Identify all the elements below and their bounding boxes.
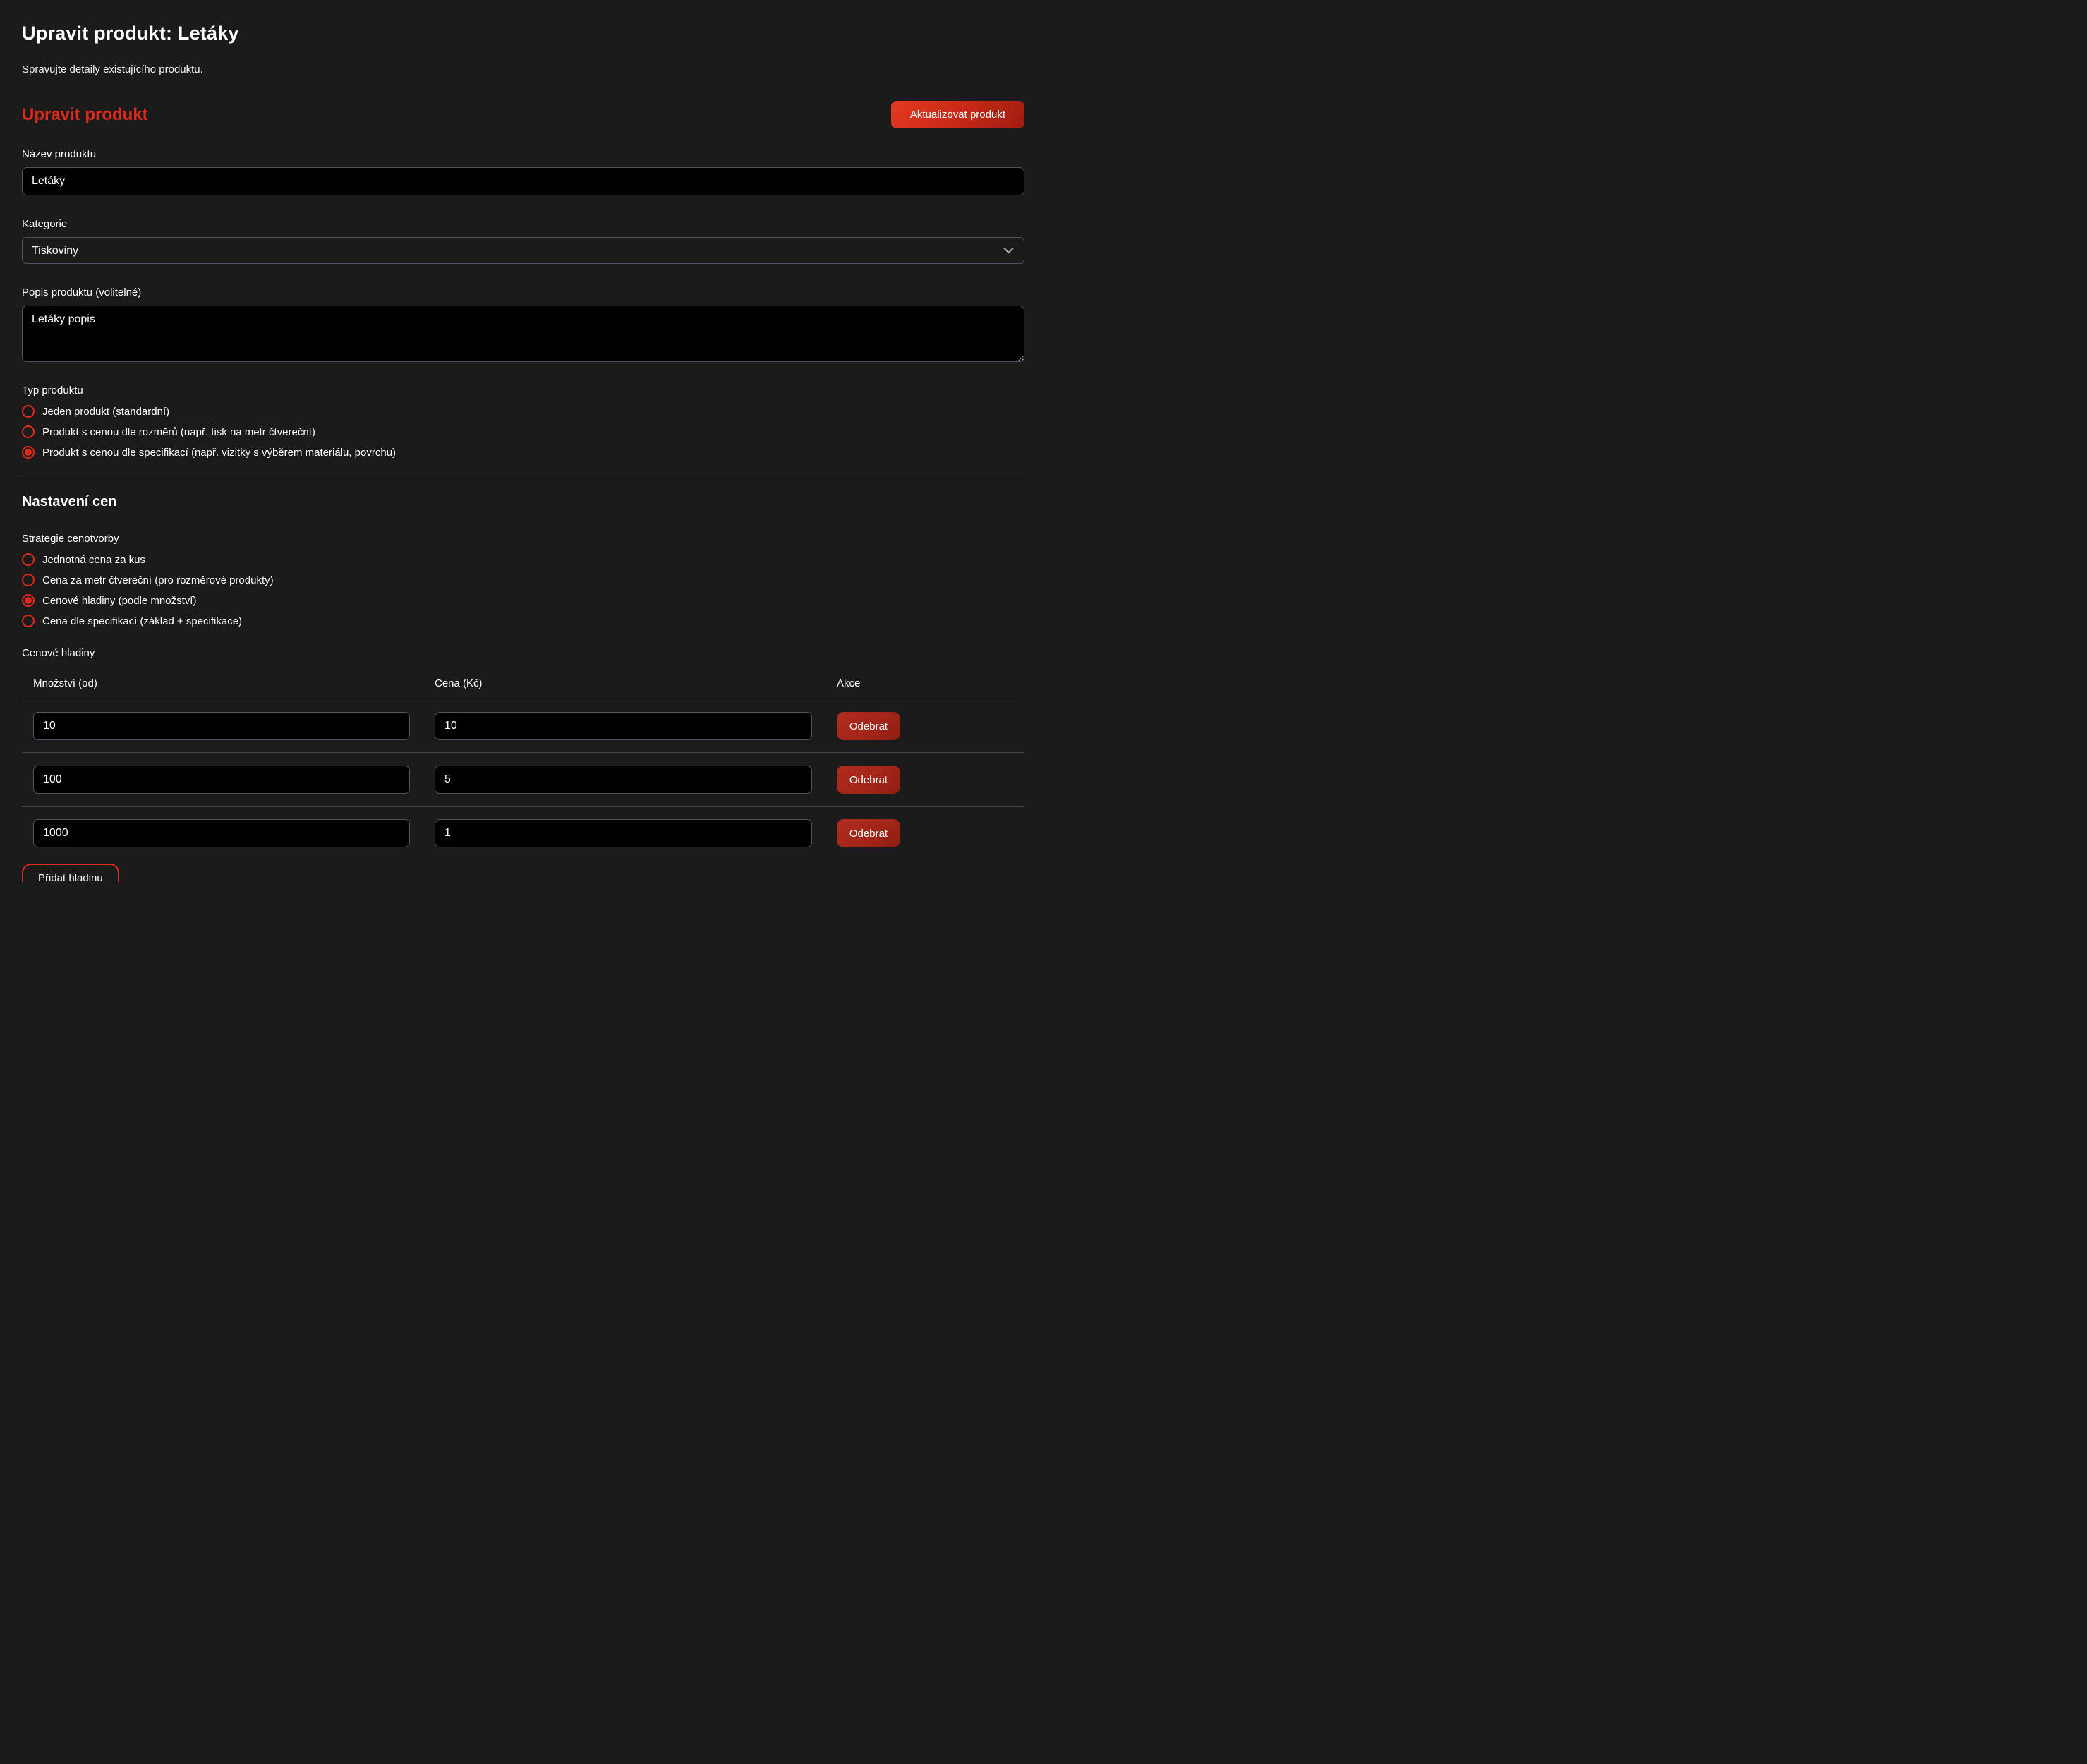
table-row: Odebrat [22, 807, 1024, 859]
remove-tier-button[interactable]: Odebrat [837, 712, 900, 740]
radio-option-label: Jeden produkt (standardní) [42, 406, 169, 418]
form-section-heading: Upravit produkt [22, 105, 148, 125]
product-name-label: Název produktu [22, 148, 1024, 160]
price-tiers-label: Cenové hladiny [22, 647, 1024, 659]
page-title: Upravit produkt: Letáky [22, 23, 1024, 44]
description-label: Popis produktu (volitelné) [22, 286, 1024, 298]
strategy-option-unit-price[interactable]: Jednotná cena za kus [22, 553, 1024, 566]
column-header-price: Cena (Kč) [435, 677, 812, 689]
pricing-strategy-radio-group: Jednotná cena za kus Cena za metr čtvere… [22, 553, 1024, 627]
page-subtitle: Spravujte detaily existujícího produktu. [22, 64, 1024, 75]
table-row: Odebrat [22, 753, 1024, 807]
add-tier-button[interactable]: Přidat hladinu [22, 864, 119, 882]
radio-option-label: Cena dle specifikací (základ + specifika… [42, 615, 242, 627]
strategy-option-specifications[interactable]: Cena dle specifikací (základ + specifika… [22, 615, 1024, 627]
radio-icon[interactable] [22, 405, 35, 418]
radio-icon[interactable] [22, 553, 35, 566]
pricing-section-heading: Nastavení cen [22, 494, 1024, 510]
price-tiers-table: Množství (od) Cena (Kč) Akce Odebrat Ode… [22, 666, 1024, 859]
tier-quantity-input[interactable] [33, 712, 410, 740]
product-type-option-dimensions[interactable]: Produkt s cenou dle rozměrů (např. tisk … [22, 425, 1024, 438]
table-row: Odebrat [22, 699, 1024, 753]
category-label: Kategorie [22, 218, 1024, 230]
form-header-row: Upravit produkt Aktualizovat produkt [22, 101, 1024, 128]
tier-quantity-input[interactable] [33, 819, 410, 847]
product-type-option-single[interactable]: Jeden produkt (standardní) [22, 405, 1024, 418]
radio-option-label: Produkt s cenou dle specifikací (např. v… [42, 447, 396, 459]
category-select-wrap: Tiskoviny [22, 237, 1024, 264]
radio-option-label: Jednotná cena za kus [42, 554, 145, 566]
column-header-quantity: Množství (od) [33, 677, 410, 689]
product-type-option-specifications[interactable]: Produkt s cenou dle specifikací (např. v… [22, 446, 1024, 459]
column-header-action: Akce [837, 677, 1024, 689]
tier-price-input[interactable] [435, 712, 812, 740]
description-textarea[interactable]: Letáky popis [22, 306, 1024, 362]
pricing-strategy-label: Strategie cenotvorby [22, 533, 1024, 545]
strategy-option-tiers[interactable]: Cenové hladiny (podle množství) [22, 594, 1024, 607]
tier-quantity-input[interactable] [33, 766, 410, 794]
update-product-button[interactable]: Aktualizovat produkt [891, 101, 1024, 128]
price-tiers-header-row: Množství (od) Cena (Kč) Akce [22, 666, 1024, 699]
edit-product-page: Upravit produkt: Letáky Spravujte detail… [0, 0, 1044, 882]
radio-option-label: Cenové hladiny (podle množství) [42, 595, 196, 607]
tier-price-input[interactable] [435, 819, 812, 847]
radio-option-label: Cena za metr čtvereční (pro rozměrové pr… [42, 574, 274, 586]
radio-icon[interactable] [22, 425, 35, 438]
radio-icon[interactable] [22, 574, 35, 586]
strategy-option-per-sqm[interactable]: Cena za metr čtvereční (pro rozměrové pr… [22, 574, 1024, 586]
product-type-radio-group: Jeden produkt (standardní) Produkt s cen… [22, 405, 1024, 459]
remove-tier-button[interactable]: Odebrat [837, 766, 900, 794]
remove-tier-button[interactable]: Odebrat [837, 819, 900, 847]
product-type-label: Typ produktu [22, 385, 1024, 397]
radio-icon[interactable] [22, 446, 35, 459]
radio-icon[interactable] [22, 615, 35, 627]
tier-price-input[interactable] [435, 766, 812, 794]
product-name-input[interactable] [22, 167, 1024, 195]
radio-icon[interactable] [22, 594, 35, 607]
category-select[interactable]: Tiskoviny [22, 237, 1024, 264]
radio-option-label: Produkt s cenou dle rozměrů (např. tisk … [42, 426, 315, 438]
